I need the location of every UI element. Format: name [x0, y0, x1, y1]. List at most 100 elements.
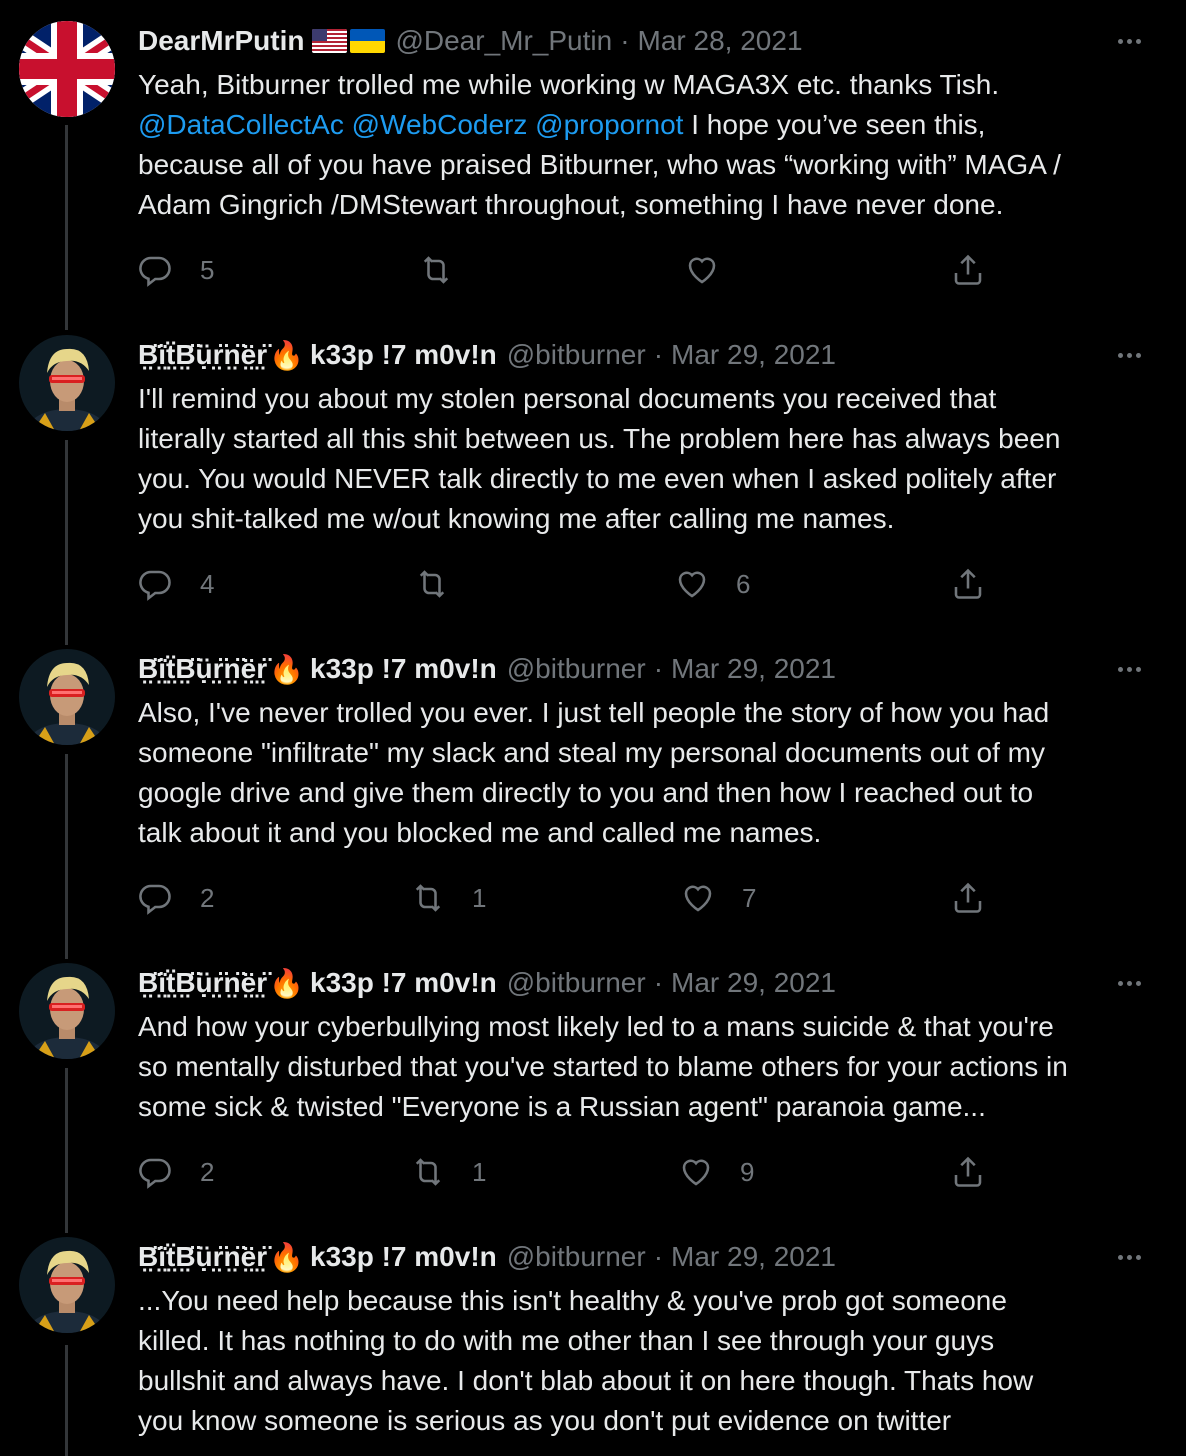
more-icon[interactable] — [1112, 963, 1146, 1003]
display-name-suffix[interactable]: k33p !7 m0v!n — [310, 967, 497, 999]
tweet-text: I'll remind you about my stolen personal… — [138, 383, 1061, 534]
more-icon[interactable] — [1112, 335, 1146, 375]
action-bar: 2 1 9 — [138, 1154, 998, 1190]
retweet-button[interactable]: 1 — [410, 880, 486, 916]
tweet-header: B̤̈ï̤ẗ̤B̤̈ụ̈r̤̈n̤̈ë̤r̤̈ 🔥 k33p !7 m0v!n … — [138, 649, 1126, 689]
tweet[interactable]: DearMrPutin @Dear_Mr_Putin · Mar 28, 202… — [0, 21, 1186, 311]
display-name-suffix[interactable]: k33p !7 m0v!n — [310, 1241, 497, 1273]
heart-icon — [682, 1159, 710, 1186]
display-name[interactable]: B̤̈ï̤ẗ̤B̤̈ụ̈r̤̈n̤̈ë̤r̤̈ — [138, 967, 267, 999]
share-icon — [954, 1156, 982, 1187]
tweet-header: DearMrPutin @Dear_Mr_Putin · Mar 28, 202… — [138, 21, 1126, 61]
more-icon[interactable] — [1112, 1237, 1146, 1277]
fire-emoji: 🔥 — [269, 1241, 304, 1273]
more-icon[interactable] — [1112, 21, 1146, 61]
reply-button[interactable]: 2 — [138, 880, 214, 916]
action-bar: 2 1 7 — [138, 880, 998, 916]
tweet[interactable]: B̤̈ï̤ẗ̤B̤̈ụ̈r̤̈n̤̈ë̤r̤̈ 🔥 k33p !7 m0v!n … — [0, 649, 1186, 939]
reply-icon — [139, 256, 171, 287]
handle[interactable]: @bitburner — [507, 339, 646, 371]
retweet-icon — [415, 884, 441, 912]
tweet-text-fragment: I hope you’ve seen this, — [683, 109, 986, 140]
like-button[interactable]: 9 — [678, 1154, 754, 1190]
avatar[interactable] — [19, 21, 115, 117]
reply-count: 4 — [200, 568, 215, 599]
reply-count: 2 — [200, 1156, 215, 1187]
reply-button[interactable]: 4 — [138, 566, 214, 602]
tweet-text: Yeah, Bitburner trolled me while working… — [138, 65, 1168, 225]
flags — [312, 29, 386, 53]
fire-emoji: 🔥 — [269, 967, 304, 999]
avatar[interactable] — [19, 335, 115, 431]
retweet-icon — [419, 570, 445, 598]
timestamp[interactable]: Mar 29, 2021 — [671, 653, 836, 685]
ukraine-flag-icon — [350, 29, 386, 53]
share-icon — [954, 254, 982, 285]
fire-emoji: 🔥 — [269, 653, 304, 685]
tweet[interactable]: B̤̈ï̤ẗ̤B̤̈ụ̈r̤̈n̤̈ë̤r̤̈ 🔥 k33p !7 m0v!n … — [0, 335, 1186, 625]
tweet[interactable]: B̤̈ï̤ẗ̤B̤̈ụ̈r̤̈n̤̈ë̤r̤̈ 🔥 k33p !7 m0v!n … — [0, 963, 1186, 1213]
handle[interactable]: @bitburner — [507, 1241, 646, 1273]
reply-icon — [139, 884, 171, 915]
separator: · — [620, 25, 630, 56]
reply-button[interactable]: 2 — [138, 1154, 214, 1190]
like-count: 7 — [742, 882, 757, 913]
separator: · — [653, 653, 664, 684]
mention-link[interactable]: @DataCollectAc — [138, 109, 344, 140]
like-button[interactable] — [684, 252, 746, 288]
more-icon[interactable] — [1112, 649, 1146, 689]
handle[interactable]: @bitburner — [507, 653, 646, 685]
share-icon — [954, 568, 982, 599]
mention-link[interactable]: @propornot — [535, 109, 683, 140]
display-name-suffix[interactable]: k33p !7 m0v!n — [310, 653, 497, 685]
share-icon — [954, 882, 982, 913]
display-name[interactable]: B̤̈ï̤ẗ̤B̤̈ụ̈r̤̈n̤̈ë̤r̤̈ — [138, 653, 267, 685]
retweet-icon — [415, 1158, 441, 1186]
tweet[interactable]: B̤̈ï̤ẗ̤B̤̈ụ̈r̤̈n̤̈ë̤r̤̈ 🔥 k33p !7 m0v!n … — [0, 1237, 1186, 1456]
heart-icon — [678, 571, 706, 598]
tweet-header: B̤̈ï̤ẗ̤B̤̈ụ̈r̤̈n̤̈ë̤r̤̈ 🔥 k33p !7 m0v!n … — [138, 963, 1126, 1003]
timestamp[interactable]: Mar 29, 2021 — [671, 1241, 836, 1273]
timestamp[interactable]: Mar 29, 2021 — [671, 967, 836, 999]
bitburner-avatar-icon — [19, 649, 115, 745]
tweet-text: ...You need help because this isn't heal… — [138, 1285, 1034, 1436]
timestamp[interactable]: Mar 28, 2021 — [638, 25, 803, 57]
uk-flag-avatar-icon — [19, 21, 115, 117]
retweet-count: 1 — [472, 1156, 487, 1187]
like-button[interactable]: 7 — [680, 880, 756, 916]
retweet-button[interactable] — [414, 566, 476, 602]
like-count: 6 — [736, 568, 751, 599]
avatar[interactable] — [19, 649, 115, 745]
mention-link[interactable]: @WebCoderz — [352, 109, 528, 140]
share-button[interactable] — [950, 252, 986, 288]
retweet-count: 1 — [472, 882, 487, 913]
avatar[interactable] — [19, 1237, 115, 1333]
separator: · — [653, 1241, 664, 1272]
tweet-header: B̤̈ï̤ẗ̤B̤̈ụ̈r̤̈n̤̈ë̤r̤̈ 🔥 k33p !7 m0v!n … — [138, 335, 1126, 375]
handle[interactable]: @bitburner — [507, 967, 646, 999]
avatar[interactable] — [19, 963, 115, 1059]
like-button[interactable]: 6 — [674, 566, 750, 602]
share-button[interactable] — [950, 1154, 986, 1190]
display-name-suffix[interactable]: k33p !7 m0v!n — [310, 339, 497, 371]
retweet-button[interactable]: 1 — [410, 1154, 486, 1190]
bitburner-avatar-icon — [19, 1237, 115, 1333]
heart-icon — [688, 257, 716, 284]
timestamp[interactable]: Mar 29, 2021 — [671, 339, 836, 371]
reply-button[interactable]: 5 — [138, 252, 214, 288]
share-button[interactable] — [950, 880, 986, 916]
display-name[interactable]: B̤̈ï̤ẗ̤B̤̈ụ̈r̤̈n̤̈ë̤r̤̈ — [138, 339, 267, 371]
separator: · — [653, 967, 664, 998]
share-button[interactable] — [950, 566, 986, 602]
action-bar: 4 6 — [138, 566, 998, 602]
retweet-button[interactable] — [418, 252, 480, 288]
retweet-icon — [423, 256, 449, 284]
handle[interactable]: @Dear_Mr_Putin — [395, 25, 612, 57]
reply-icon — [139, 1158, 171, 1189]
display-name[interactable]: B̤̈ï̤ẗ̤B̤̈ụ̈r̤̈n̤̈ë̤r̤̈ — [138, 1241, 267, 1273]
tweet-text-rest: because all of you have praised Bitburne… — [138, 149, 1061, 220]
heart-icon — [684, 885, 712, 912]
display-name[interactable]: DearMrPutin — [138, 25, 304, 57]
reply-count: 2 — [200, 882, 215, 913]
bitburner-avatar-icon — [19, 963, 115, 1059]
